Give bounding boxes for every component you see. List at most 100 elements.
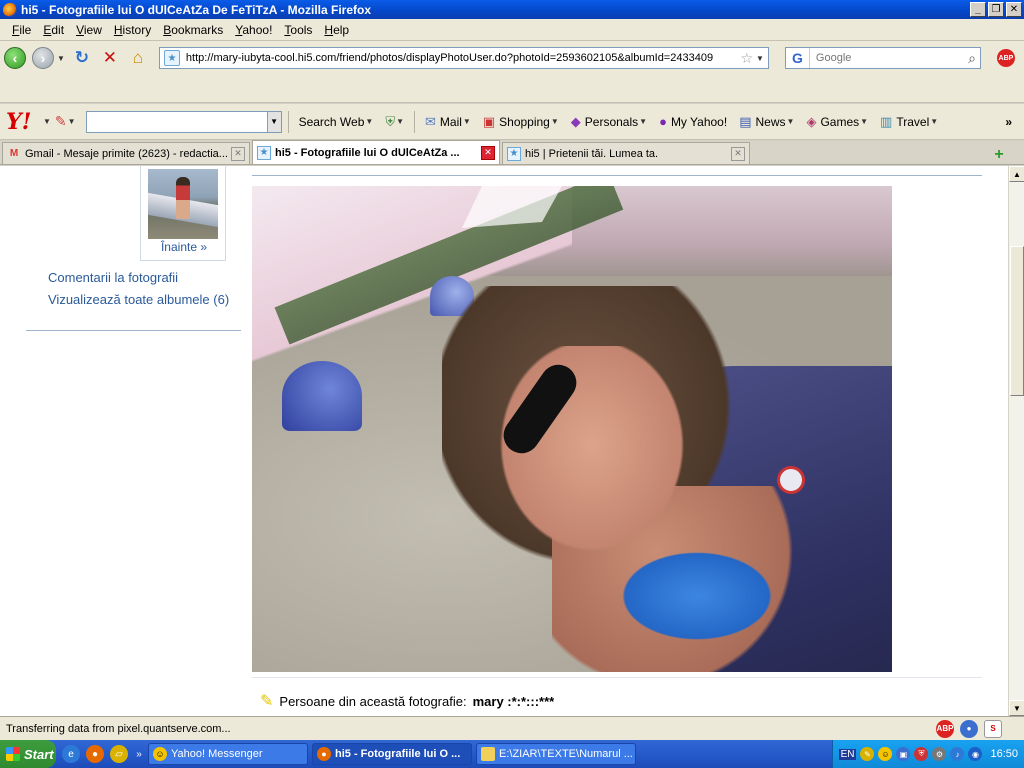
s-addon-icon[interactable]: S bbox=[984, 719, 1002, 738]
photo-comments-link[interactable]: Comentarii la fotografii bbox=[48, 270, 238, 285]
close-tab-icon[interactable]: ✕ bbox=[481, 145, 495, 160]
search-web-button[interactable]: Search Web ▼ bbox=[295, 115, 378, 129]
windows-taskbar: Start e ● ▱ » ☺ Yahoo! Messenger ● hi5 -… bbox=[0, 740, 1024, 768]
yahoo-games-button[interactable]: ◈ Games ▼ bbox=[802, 114, 872, 130]
yahoo-logo[interactable]: Y! bbox=[6, 109, 42, 135]
tray-settings-icon[interactable]: ⚙ bbox=[932, 747, 947, 761]
tray-pencil-icon[interactable]: ✎ bbox=[860, 747, 875, 761]
status-bar: Transferring data from pixel.quantserve.… bbox=[0, 716, 1024, 740]
tray-volume-icon[interactable]: ♪ bbox=[950, 747, 965, 761]
mail-label: Mail bbox=[439, 114, 462, 129]
search-icon[interactable]: ⌕ bbox=[968, 50, 976, 67]
url-bar[interactable]: ★ http://mary-iubyta-cool.hi5.com/friend… bbox=[158, 47, 769, 69]
vertical-scrollbar[interactable]: ▲ ▼ bbox=[1008, 166, 1024, 716]
menu-yahoo[interactable]: Yahoo! bbox=[229, 23, 278, 37]
menu-help[interactable]: Help bbox=[318, 23, 355, 37]
menu-file[interactable]: File bbox=[6, 23, 37, 37]
close-button[interactable]: ✕ bbox=[1006, 2, 1022, 17]
persons-label: Persoane din această fotografie: bbox=[279, 693, 467, 709]
search-box[interactable]: G Google ⌕ bbox=[784, 47, 981, 69]
yahoo-toolbar: Y! ▼ ✎ ▼ ▼ Search Web ▼ ⛨ ▼ ✉ Mail ▼ ▣ Shoppi… bbox=[0, 104, 1024, 140]
firefox-logo-icon bbox=[3, 2, 17, 17]
close-tab-icon[interactable]: ✕ bbox=[731, 146, 745, 161]
scroll-thumb[interactable] bbox=[1010, 246, 1024, 396]
back-button[interactable]: ‹ bbox=[4, 47, 26, 69]
menu-history[interactable]: History bbox=[108, 23, 157, 37]
shield-button[interactable]: ⛨ ▼ bbox=[381, 114, 408, 130]
heart-icon: ◆ bbox=[570, 113, 581, 129]
adblock-icon[interactable]: ABP bbox=[996, 49, 1015, 67]
google-engine-icon[interactable]: G bbox=[786, 48, 810, 68]
new-tab-icon[interactable]: + bbox=[990, 146, 1008, 164]
task-explorer-folder[interactable]: E:\ZIAR\TEXTE\Numarul ... bbox=[476, 743, 636, 765]
chevron-down-icon: ▼ bbox=[639, 117, 648, 126]
tray-messenger-icon[interactable]: ☺ bbox=[878, 747, 893, 761]
tray-shield-icon[interactable]: ⛨ bbox=[914, 747, 929, 761]
menu-tools[interactable]: Tools bbox=[278, 23, 318, 37]
yahoo-shopping-button[interactable]: ▣ Shopping ▼ bbox=[479, 114, 563, 130]
start-button[interactable]: Start bbox=[0, 740, 56, 768]
yahoo-personals-button[interactable]: ◆ Personals ▼ bbox=[567, 114, 651, 130]
photo-swimsuit bbox=[612, 546, 782, 646]
gmail-icon: M bbox=[9, 148, 19, 159]
task-yahoo-messenger[interactable]: ☺ Yahoo! Messenger bbox=[148, 743, 308, 765]
my-yahoo-button[interactable]: ● My Yahoo! bbox=[655, 114, 731, 129]
system-tray: EN ✎ ☺ ▣ ⛨ ⚙ ♪ ◉ 16:50 bbox=[831, 740, 1024, 768]
scroll-up-icon[interactable]: ▲ bbox=[1009, 166, 1024, 182]
folder-icon bbox=[481, 747, 495, 761]
close-tab-icon[interactable]: ✕ bbox=[231, 146, 245, 161]
main-photo[interactable] bbox=[252, 186, 892, 672]
adblock-status-icon[interactable]: ABP bbox=[936, 719, 954, 738]
photo-face bbox=[487, 346, 697, 566]
yahoo-search-input[interactable]: ▼ bbox=[85, 110, 282, 133]
messenger-icon: ☺ bbox=[153, 747, 167, 761]
tray-update-icon[interactable]: ◉ bbox=[968, 747, 983, 761]
toolbar-divider bbox=[414, 110, 415, 133]
tab-hi5-photos[interactable]: ★ hi5 - Fotografiile lui O dUlCeAtZa ...… bbox=[252, 140, 500, 164]
history-dropdown-icon[interactable]: ▼ bbox=[57, 54, 65, 63]
chevron-down-icon[interactable]: ▼ bbox=[266, 111, 281, 132]
next-photo-thumbnail[interactable] bbox=[148, 169, 218, 239]
reload-button[interactable]: ↻ bbox=[71, 47, 93, 69]
window-controls: _ ❐ ✕ bbox=[970, 2, 1022, 17]
page-content: Înainte » Comentarii la fotografii Vizua… bbox=[0, 166, 1008, 716]
yahoo-travel-button[interactable]: ▥ Travel ▼ bbox=[876, 114, 942, 130]
menu-bookmarks[interactable]: Bookmarks bbox=[157, 23, 229, 37]
task-firefox[interactable]: ● hi5 - Fotografiile lui O ... bbox=[312, 743, 472, 765]
quick-launch-more[interactable]: » bbox=[134, 745, 144, 763]
menu-view[interactable]: View bbox=[70, 23, 108, 37]
view-all-albums-link[interactable]: Vizualizează toate albumele (6) bbox=[48, 292, 238, 307]
restore-button[interactable]: ❐ bbox=[988, 2, 1004, 17]
addon-status-icon[interactable]: ● bbox=[960, 719, 978, 738]
tagged-person-link[interactable]: mary :*:*:::*** bbox=[473, 694, 555, 709]
pencil-dropdown-icon[interactable]: ▼ bbox=[68, 117, 76, 126]
start-label: Start bbox=[24, 746, 54, 762]
pencil-icon[interactable]: ✎ bbox=[55, 113, 67, 130]
hi5-favicon-icon: ★ bbox=[257, 145, 271, 160]
home-button[interactable]: ⌂ bbox=[127, 47, 149, 69]
yahoo-mail-button[interactable]: ✉ Mail ▼ bbox=[421, 114, 475, 130]
url-dropdown-icon[interactable]: ▼ bbox=[756, 54, 764, 63]
tab-gmail[interactable]: M Gmail - Mesaje primite (2623) - redact… bbox=[2, 142, 250, 164]
folder-icon[interactable]: ▱ bbox=[110, 745, 128, 763]
tab-hi5-friends[interactable]: ★ hi5 | Prietenii tăi. Lumea ta. ✕ bbox=[502, 142, 750, 164]
yahoo-menu-dropdown-icon[interactable]: ▼ bbox=[43, 117, 51, 126]
tab-label: hi5 | Prietenii tăi. Lumea ta. bbox=[525, 147, 659, 160]
forward-button[interactable]: › bbox=[32, 47, 54, 69]
url-text[interactable]: http://mary-iubyta-cool.hi5.com/friend/p… bbox=[186, 52, 735, 64]
yahoo-news-button[interactable]: ▤ News ▼ bbox=[735, 114, 798, 130]
minimize-button[interactable]: _ bbox=[970, 2, 986, 17]
toolbar-overflow-button[interactable]: » bbox=[1001, 115, 1016, 129]
stop-button[interactable]: ✕ bbox=[99, 47, 121, 69]
ie-icon[interactable]: e bbox=[62, 745, 80, 763]
next-photo-link[interactable]: Înainte » bbox=[141, 240, 227, 254]
search-input[interactable]: Google bbox=[810, 52, 968, 64]
clock[interactable]: 16:50 bbox=[990, 748, 1018, 760]
language-indicator[interactable]: EN bbox=[838, 748, 857, 760]
scroll-down-icon[interactable]: ▼ bbox=[1009, 700, 1024, 716]
tray-network-icon[interactable]: ▣ bbox=[896, 747, 911, 761]
bookmark-star-icon[interactable]: ☆ bbox=[740, 50, 753, 67]
menu-edit[interactable]: Edit bbox=[37, 23, 70, 37]
shield-icon: ⛨ bbox=[385, 113, 396, 129]
firefox-icon[interactable]: ● bbox=[86, 745, 104, 763]
